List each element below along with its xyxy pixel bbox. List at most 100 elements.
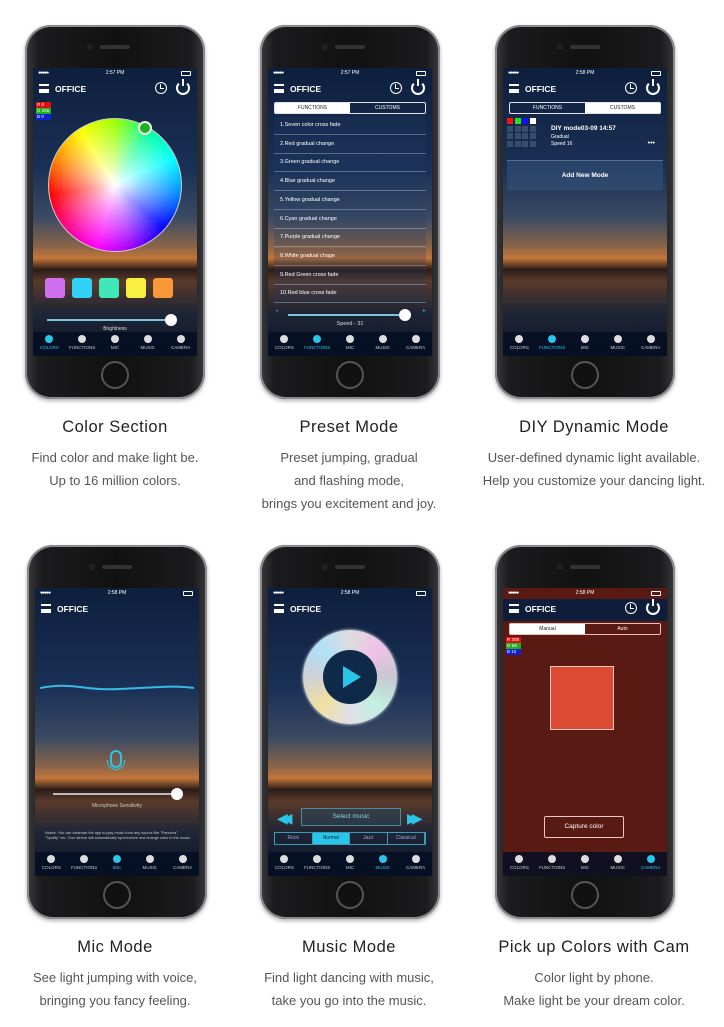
menu-icon[interactable]: [41, 604, 51, 613]
diy-mode-card[interactable]: DIY mode03-09 14:57 Gradual Speed 16 •••: [507, 118, 663, 156]
add-new-mode-button[interactable]: Add New Mode: [507, 160, 663, 190]
tab-functions[interactable]: FUNCTIONS: [68, 852, 101, 876]
tab-label: FUNCTIONS: [69, 345, 96, 350]
alarm-clock-icon[interactable]: [625, 602, 637, 614]
tab-functions[interactable]: FUNCTIONS: [301, 852, 334, 876]
color-swatch[interactable]: [99, 278, 119, 298]
tab-colors[interactable]: COLORS: [503, 852, 536, 876]
power-icon[interactable]: [176, 79, 190, 95]
tab-music[interactable]: MUSIC: [131, 332, 164, 356]
speed-minus[interactable]: -: [276, 308, 278, 315]
tab-music[interactable]: MUSIC: [601, 332, 634, 356]
tab-colors[interactable]: COLORS: [268, 332, 301, 356]
tab-camera[interactable]: CAMERA: [164, 332, 197, 356]
mode-list-item[interactable]: 1.Seven color cross fade: [274, 117, 426, 135]
color-swatch[interactable]: [45, 278, 65, 298]
home-button[interactable]: [336, 361, 364, 389]
tab-functions[interactable]: FUNCTIONS: [66, 332, 99, 356]
segment-customs[interactable]: CUSTOMS: [585, 103, 660, 113]
menu-icon[interactable]: [39, 84, 49, 93]
power-icon[interactable]: [646, 599, 660, 615]
mode-list-item[interactable]: 7.Purple gradual change: [274, 229, 426, 248]
tab-functions[interactable]: FUNCTIONS: [301, 332, 334, 356]
power-icon[interactable]: [411, 79, 425, 95]
mode-list-item[interactable]: 6.Cyan gradual change: [274, 210, 426, 229]
home-button[interactable]: [571, 361, 599, 389]
brightness-slider[interactable]: [47, 314, 177, 326]
mic-sensitivity-slider[interactable]: [53, 788, 183, 800]
menu-icon[interactable]: [509, 604, 519, 613]
menu-icon[interactable]: [509, 84, 519, 93]
tab-mic[interactable]: MIC: [569, 332, 602, 356]
alarm-clock-icon[interactable]: [390, 82, 402, 94]
tab-music[interactable]: MUSIC: [133, 852, 166, 876]
genre-rock[interactable]: Rock: [275, 833, 313, 844]
slider-knob[interactable]: [164, 314, 177, 326]
more-options-icon[interactable]: •••: [648, 140, 655, 147]
tab-music[interactable]: MUSIC: [366, 332, 399, 356]
genre-normal[interactable]: Normal: [312, 833, 350, 844]
tab-mic[interactable]: MIC: [101, 852, 134, 876]
home-button[interactable]: [571, 881, 599, 909]
segment-functions[interactable]: FUNCTIONS: [510, 103, 585, 113]
tab-colors[interactable]: COLORS: [503, 332, 536, 356]
home-button[interactable]: [101, 361, 129, 389]
alarm-clock-icon[interactable]: [625, 82, 637, 94]
menu-icon[interactable]: [274, 84, 284, 93]
mode-list-item[interactable]: 3.Green gradual change: [274, 154, 426, 173]
app-header: OFFICE: [268, 599, 432, 621]
tab-functions[interactable]: FUNCTIONS: [536, 332, 569, 356]
play-icon[interactable]: [343, 666, 361, 688]
tab-camera[interactable]: CAMERA: [399, 332, 432, 356]
mode-list-item[interactable]: 2.Red gradual change: [274, 135, 426, 154]
slider-knob[interactable]: [399, 309, 411, 321]
status-time: 2:58 PM: [340, 590, 360, 596]
tab-label: MIC: [580, 865, 590, 870]
home-button[interactable]: [336, 881, 364, 909]
diy-empty-cell: [522, 125, 528, 132]
tab-camera[interactable]: CAMERA: [166, 852, 199, 876]
tab-colors[interactable]: COLORS: [268, 852, 301, 876]
rewind-icon[interactable]: ◀◀: [277, 810, 292, 827]
tab-camera[interactable]: CAMERA: [634, 332, 667, 356]
tab-mic[interactable]: MIC: [569, 852, 602, 876]
segment-customs[interactable]: CUSTOMS: [350, 103, 425, 113]
speed-plus[interactable]: +: [422, 308, 426, 315]
slider-knob[interactable]: [170, 788, 183, 800]
color-wheel[interactable]: [48, 118, 182, 252]
rgb-readout: R 208 G 58 B 10: [506, 637, 521, 655]
tab-colors[interactable]: COLORS: [35, 852, 68, 876]
tab-camera[interactable]: CAMERA: [399, 852, 432, 876]
segment-manual[interactable]: Manual: [510, 624, 585, 634]
fast-forward-icon[interactable]: ▶▶: [407, 810, 422, 827]
genre-jazz[interactable]: Jazz: [350, 833, 388, 844]
menu-icon[interactable]: [274, 604, 284, 613]
tab-mic[interactable]: MIC: [99, 332, 132, 356]
color-swatch[interactable]: [126, 278, 146, 298]
mode-list-item[interactable]: 9.Red Green cross fade: [274, 266, 426, 285]
select-music-button[interactable]: Select music: [301, 808, 401, 826]
segment-auto[interactable]: Auto: [585, 624, 660, 634]
power-icon[interactable]: [646, 79, 660, 95]
color-swatch[interactable]: [72, 278, 92, 298]
color-swatch[interactable]: [153, 278, 173, 298]
capture-color-button[interactable]: Capture color: [544, 816, 624, 838]
tab-music[interactable]: MUSIC: [366, 852, 399, 876]
mode-list-item[interactable]: 8.White gradual chage: [274, 247, 426, 266]
tab-mic[interactable]: MIC: [334, 332, 367, 356]
genre-classical[interactable]: Classical: [388, 833, 425, 844]
tab-colors[interactable]: COLORS: [33, 332, 66, 356]
alarm-clock-icon[interactable]: [155, 82, 167, 94]
speed-slider[interactable]: [288, 309, 411, 321]
captured-color-preview: [550, 666, 614, 730]
home-button[interactable]: [103, 881, 131, 909]
mode-list-item[interactable]: 5.Yellow gradual change: [274, 191, 426, 210]
tab-music[interactable]: MUSIC: [601, 852, 634, 876]
tab-camera[interactable]: CAMERA: [634, 852, 667, 876]
tab-mic[interactable]: MIC: [334, 852, 367, 876]
color-picker-handle[interactable]: [138, 121, 152, 135]
mode-list-item[interactable]: 10.Red blue cross fade: [274, 285, 426, 304]
tab-functions[interactable]: FUNCTIONS: [536, 852, 569, 876]
segment-functions[interactable]: FUNCTIONS: [275, 103, 350, 113]
mode-list-item[interactable]: 4.Blue gradual change: [274, 173, 426, 192]
